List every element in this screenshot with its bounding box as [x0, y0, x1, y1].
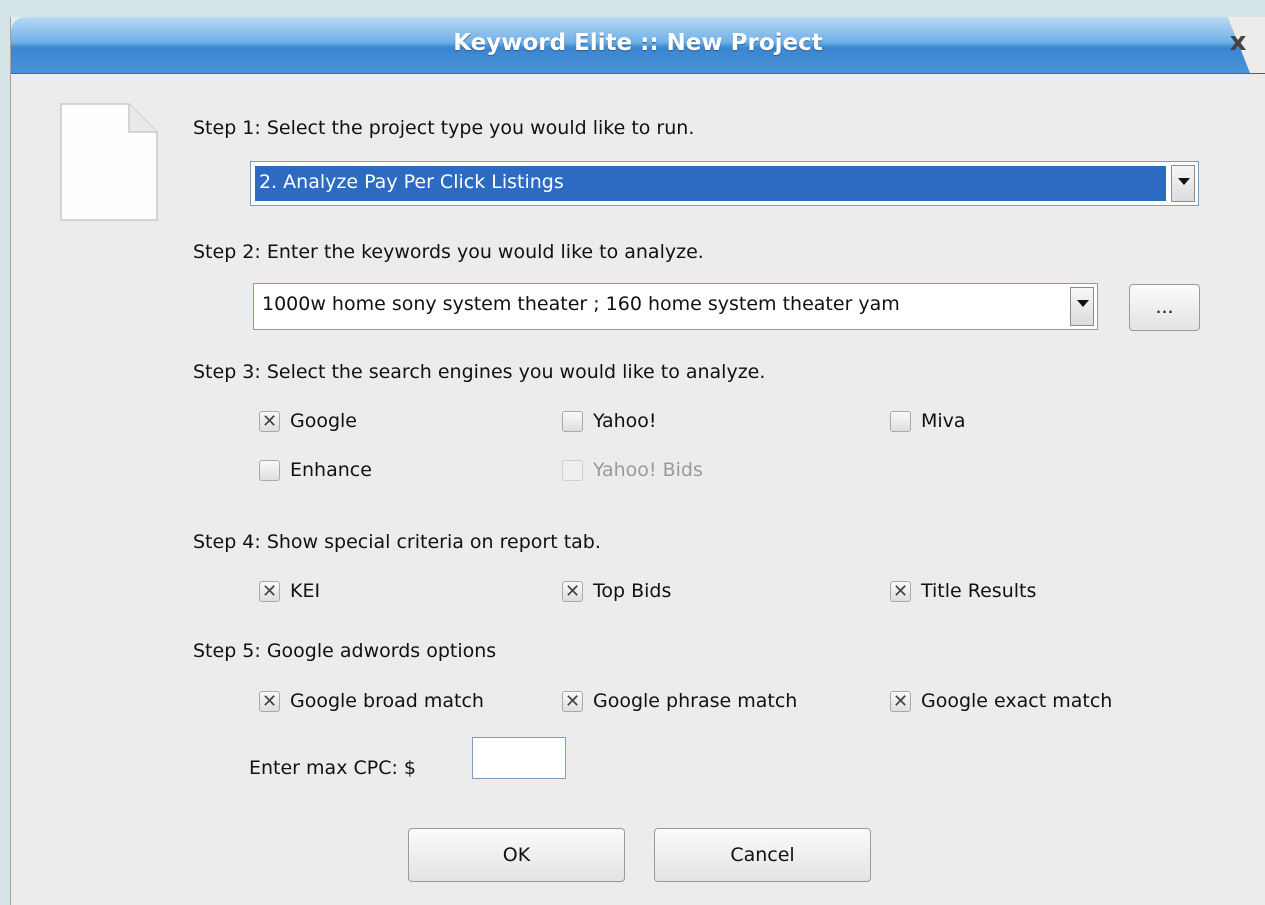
checkbox-kei[interactable]: ✕ KEI [259, 578, 320, 604]
close-icon[interactable]: x [1223, 27, 1253, 57]
checkbox-unchecked-icon[interactable] [562, 410, 583, 432]
checkbox-title-results[interactable]: ✕ Title Results [890, 578, 1036, 604]
step5-label: Step 5: Google adwords options [193, 640, 497, 662]
checkbox-checked-icon[interactable]: ✕ [259, 690, 280, 712]
chevron-down-icon[interactable] [1070, 287, 1094, 326]
step4-label: Step 4: Show special criteria on report … [193, 531, 601, 553]
project-type-select[interactable]: 2. Analyze Pay Per Click Listings [250, 161, 1199, 206]
max-cpc-label: Enter max CPC: $ [249, 757, 416, 779]
step1-label: Step 1: Select the project type you woul… [193, 117, 695, 139]
checkbox-disabled-icon [562, 459, 583, 481]
checkbox-checked-icon[interactable]: ✕ [562, 580, 583, 602]
checkbox-enhance[interactable]: Enhance [259, 457, 372, 483]
step2-label: Step 2: Enter the keywords you would lik… [193, 241, 704, 263]
ok-button[interactable]: OK [408, 828, 625, 882]
title-bar[interactable]: Keyword Elite :: New Project x [11, 17, 1265, 74]
checkbox-label: Top Bids [593, 580, 672, 602]
checkbox-checked-icon[interactable]: ✕ [890, 690, 911, 712]
checkbox-label: Yahoo! Bids [593, 459, 703, 481]
document-icon [60, 103, 158, 221]
checkbox-label: Yahoo! [593, 410, 657, 432]
checkbox-label: KEI [290, 580, 321, 602]
project-type-value: 2. Analyze Pay Per Click Listings [255, 166, 1166, 201]
checkbox-unchecked-icon[interactable] [890, 410, 911, 432]
checkbox-google-phrase-match[interactable]: ✕ Google phrase match [562, 688, 797, 714]
checkbox-google-exact-match[interactable]: ✕ Google exact match [890, 688, 1112, 714]
checkbox-unchecked-icon[interactable] [259, 459, 280, 481]
max-cpc-input[interactable] [472, 737, 566, 779]
checkbox-label: Miva [921, 410, 966, 432]
browse-keywords-button[interactable]: ... [1129, 284, 1200, 331]
checkbox-top-bids[interactable]: ✕ Top Bids [562, 578, 671, 604]
checkbox-checked-icon[interactable]: ✕ [259, 410, 280, 432]
chevron-down-icon[interactable] [1171, 165, 1195, 202]
checkbox-yahoo-bids: Yahoo! Bids [562, 457, 703, 483]
checkbox-checked-icon[interactable]: ✕ [562, 690, 583, 712]
checkbox-label: Google broad match [290, 690, 484, 712]
keywords-combo[interactable]: 1000w home sony system theater ; 160 hom… [253, 283, 1098, 330]
step3-label: Step 3: Select the search engines you wo… [193, 361, 766, 383]
checkbox-checked-icon[interactable]: ✕ [259, 580, 280, 602]
checkbox-yahoo[interactable]: Yahoo! [562, 408, 657, 434]
keywords-value: 1000w home sony system theater ; 160 hom… [262, 293, 900, 315]
checkbox-label: Google phrase match [593, 690, 798, 712]
checkbox-label: Google exact match [921, 690, 1113, 712]
checkbox-checked-icon[interactable]: ✕ [890, 580, 911, 602]
checkbox-miva[interactable]: Miva [890, 408, 966, 434]
window-title: Keyword Elite :: New Project [453, 30, 823, 56]
checkbox-label: Google [290, 410, 358, 432]
checkbox-label: Title Results [921, 580, 1037, 602]
checkbox-google[interactable]: ✕ Google [259, 408, 357, 434]
cancel-button[interactable]: Cancel [654, 828, 871, 882]
checkbox-label: Enhance [290, 459, 372, 481]
checkbox-google-broad-match[interactable]: ✕ Google broad match [259, 688, 484, 714]
